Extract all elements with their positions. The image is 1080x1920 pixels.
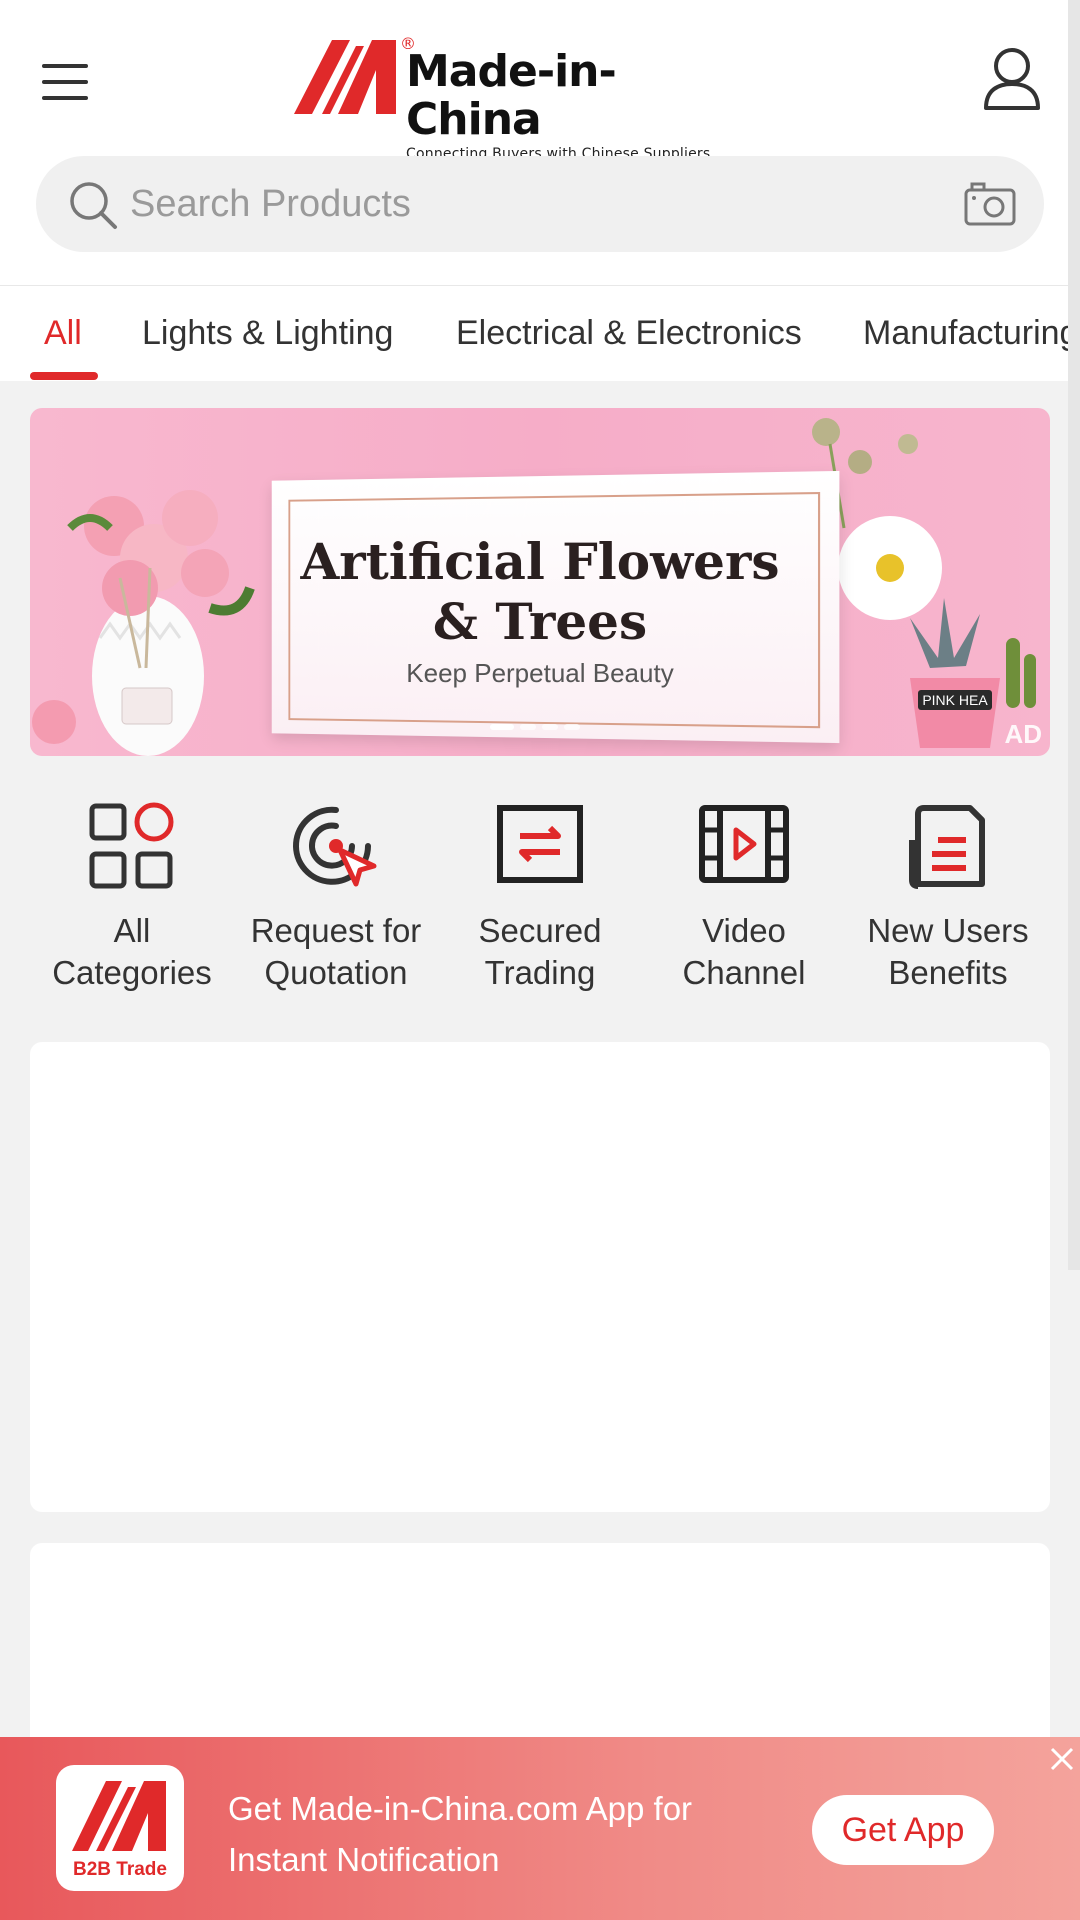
ad-badge: AD [1004,719,1042,749]
quick-link-label: Secured Trading [478,912,602,991]
get-app-button[interactable]: Get App [812,1795,994,1865]
promo-banner[interactable]: PINK HEA Artificial Flowers & Trees Keep… [30,408,1050,756]
banner-title: Artificial Flowers & Trees [300,532,780,651]
carousel-dot[interactable] [564,724,580,730]
carousel-dot[interactable] [542,724,558,730]
scrollbar[interactable] [1068,0,1080,1270]
banner-subtitle: Keep Perpetual Beauty [406,658,674,688]
search-input[interactable] [130,176,950,232]
quick-link-request-quotation[interactable]: Request for Quotation [234,800,438,1010]
tab-manufacturing[interactable]: Manufacturing [863,314,1078,353]
user-account-icon[interactable] [982,46,1042,110]
banner-decoration-right: PINK HEA [812,418,1036,748]
banner-pot-label: PINK HEA [922,692,988,708]
quick-link-secured-trading[interactable]: Secured Trading [438,800,642,1010]
camera-search-icon[interactable] [964,182,1016,226]
logo-name: Made-in-China [406,46,617,145]
banner-decoration-left [32,490,255,756]
target-icon [293,806,377,887]
app-download-banner: B2B Trade Get Made-in-China.com App for … [0,1737,1080,1920]
content-card [30,1042,1050,1512]
app-logo-m-icon [72,1781,166,1851]
quick-link-label: Request for Quotation [250,912,422,991]
quick-link-all-categories[interactable]: All Categories [30,800,234,1010]
close-icon[interactable] [1048,1745,1076,1773]
carousel-dots [490,724,580,730]
site-logo[interactable]: ® Made-in-China Connecting Buyers with C… [292,30,712,162]
logo-m-icon [294,40,396,114]
active-tab-indicator [30,372,98,380]
tab-electrical-electronics[interactable]: Electrical & Electronics [456,314,802,353]
category-tabs: All Lights & Lighting Electrical & Elect… [0,285,1080,381]
tab-all[interactable]: All [44,314,82,353]
header: ® Made-in-China Connecting Buyers with C… [0,0,1080,285]
hamburger-menu-icon[interactable] [40,62,90,102]
app-logo[interactable]: B2B Trade [56,1765,184,1891]
all-categories-icon [89,802,174,889]
quick-link-label: New Users Benefits [867,912,1029,991]
search-bar [36,156,1044,252]
tab-lights-lighting[interactable]: Lights & Lighting [142,314,393,353]
quick-link-video-channel[interactable]: Video Channel [642,800,846,1010]
document-icon [909,805,985,889]
carousel-dot[interactable] [490,724,514,730]
quick-link-label: All Categories [52,912,212,991]
quick-link-new-users-benefits[interactable]: New Users Benefits [846,800,1050,1010]
app-banner-text: Get Made-in-China.com App for Instant No… [228,1790,693,1878]
carousel-dot[interactable] [520,724,536,730]
search-icon[interactable] [68,180,118,230]
quick-links: All Categories Request for Quotation Sec… [30,800,1050,1010]
video-icon [699,805,789,883]
quick-link-label: Video Channel [682,912,806,991]
exchange-icon [497,805,583,883]
